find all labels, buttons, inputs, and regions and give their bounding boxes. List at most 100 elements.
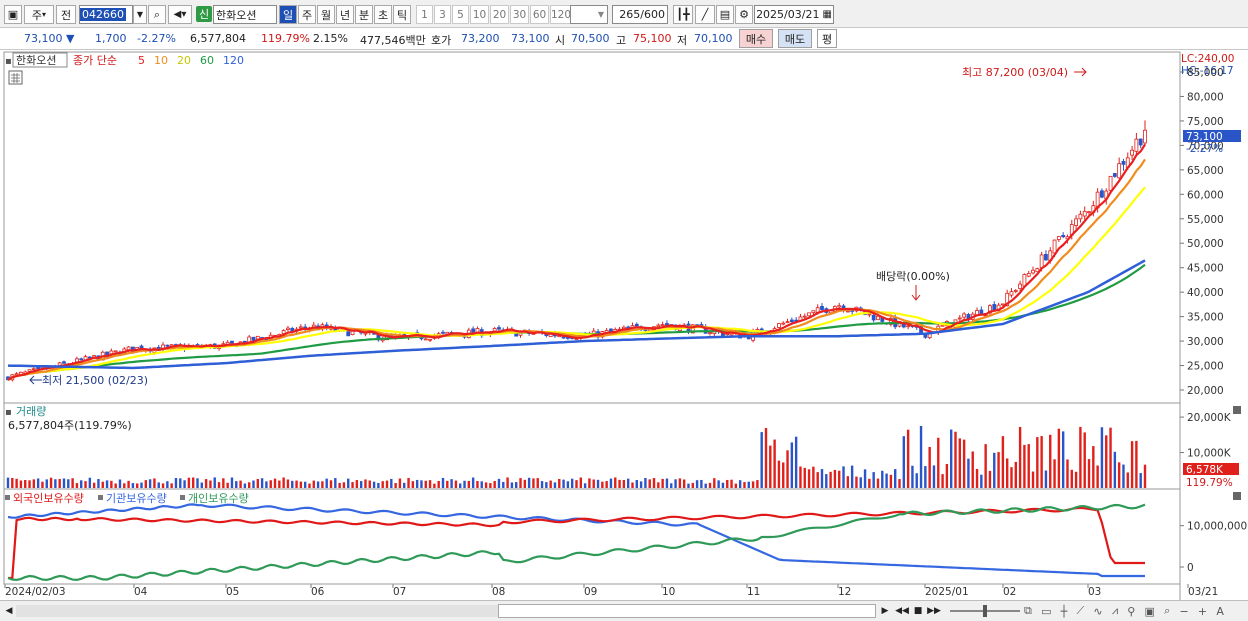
- image-icon[interactable]: ▣: [1145, 605, 1155, 618]
- interval-tab-0[interactable]: 1: [416, 5, 433, 24]
- interval-tab-2[interactable]: 5: [452, 5, 469, 24]
- period-tab-0[interactable]: 일: [279, 5, 297, 24]
- volume-bar-193: [838, 470, 841, 488]
- stop-icon[interactable]: ■: [911, 604, 925, 618]
- scroll-thumb[interactable]: [498, 604, 876, 618]
- copy-icon[interactable]: ⧉: [1024, 604, 1032, 618]
- period-tab-6[interactable]: 틱: [393, 5, 411, 24]
- volume-bar-170: [738, 480, 742, 488]
- link-icon[interactable]: ⚲: [1127, 605, 1135, 618]
- count-value: 265: [619, 8, 641, 21]
- candle-2: [14, 373, 19, 376]
- volume-bar-40: [179, 478, 182, 488]
- minus-icon[interactable]: −: [1180, 605, 1189, 618]
- avg-button[interactable]: 평: [817, 29, 837, 48]
- rewind-icon[interactable]: ◀◀: [895, 604, 909, 618]
- volume-bar-140: [609, 478, 613, 488]
- bottom-controls: ◀ ▶ ◀◀ ■ ▶▶ ⧉ ▭ ┼ ⟋ ∿ ⩘ ⚲ ▣ ⌕ − + A: [0, 600, 1248, 621]
- forward-icon[interactable]: ▶▶: [927, 604, 941, 618]
- candle-263: [1138, 138, 1143, 146]
- price-tick-13: 20,000: [1187, 385, 1224, 397]
- volume-bar-174: [756, 480, 759, 488]
- volume-bar-16: [75, 483, 79, 488]
- period-dropdown[interactable]: 주 ▾: [24, 5, 54, 24]
- save-icon[interactable]: ▤: [716, 5, 734, 24]
- grid-toggle-icon[interactable]: [8, 70, 23, 85]
- quote-change: 1,700: [95, 32, 127, 45]
- holding-close-icon[interactable]: [1233, 492, 1241, 500]
- sell-button[interactable]: 매도: [778, 29, 812, 48]
- scroll-left-icon[interactable]: ◀: [2, 604, 16, 618]
- interval-tab-1[interactable]: 3: [434, 5, 451, 24]
- candle-257: [1112, 173, 1117, 177]
- volume-bar-154: [670, 483, 673, 488]
- stock-name-field[interactable]: 한화오션: [213, 5, 277, 24]
- period-tab-4[interactable]: 분: [355, 5, 373, 24]
- code-dropdown-icon[interactable]: ▼: [133, 5, 147, 24]
- interval-tab-7[interactable]: 120: [550, 5, 572, 24]
- scroll-right-icon[interactable]: ▶: [878, 604, 892, 618]
- speaker-icon[interactable]: ◀▾: [168, 5, 192, 24]
- candle-type-icon[interactable]: ┃╋: [673, 5, 693, 24]
- volume-bar-34: [153, 478, 156, 488]
- search-icon[interactable]: ⌕: [148, 5, 166, 24]
- price-tick-10: 35,000: [1187, 312, 1224, 324]
- interval-input[interactable]: ▼: [570, 5, 608, 24]
- stock-chart[interactable]: 한화오션 ▪ 종가 단순 5 10 20 60 120 ▪ 거래량 6,577,804주…: [0, 50, 1248, 621]
- interval-tab-5[interactable]: 30: [510, 5, 529, 24]
- prev-button[interactable]: 전: [56, 5, 76, 24]
- zoom-slider-handle[interactable]: [983, 605, 987, 617]
- period-tab-5[interactable]: 초: [374, 5, 392, 24]
- x-tick-7: 10: [662, 586, 675, 598]
- volume-bar-29: [131, 483, 135, 488]
- volume-bar-116: [506, 477, 509, 488]
- volume-bar-160: [695, 480, 699, 488]
- period-tab-3[interactable]: 년: [336, 5, 354, 24]
- layout-icon[interactable]: ▣: [4, 5, 22, 24]
- volume-bar-50: [222, 478, 225, 488]
- period-tab-1[interactable]: 주: [298, 5, 316, 24]
- volume-bar-78: [342, 482, 346, 488]
- draw-tool-icon[interactable]: ╱: [695, 5, 715, 24]
- volume-bar-228: [988, 470, 992, 488]
- interval-tab-3[interactable]: 10: [470, 5, 489, 24]
- volume-bar-74: [325, 478, 328, 488]
- volume-close-icon[interactable]: [1233, 406, 1241, 414]
- buy-button[interactable]: 매수: [739, 29, 773, 48]
- volume-bar-258: [1117, 462, 1121, 488]
- period-tab-2[interactable]: 월: [317, 5, 335, 24]
- pattern-icon[interactable]: ⩘: [1112, 604, 1118, 618]
- plus-icon[interactable]: +: [1198, 605, 1207, 618]
- price-tick-1: 80,000: [1187, 91, 1224, 103]
- cross-icon[interactable]: ┼: [1061, 605, 1068, 618]
- volume-bar-259: [1122, 464, 1125, 488]
- date-input[interactable]: 2025/03/21 ▦: [754, 5, 834, 24]
- main-toolbar: ▣ 주 ▾ 전 042660 ▼ ⌕ ◀▾ 신 한화오션 일주월년분초틱 1351…: [0, 0, 1248, 28]
- volume-bar-96: [420, 480, 423, 488]
- volume-bar-76: [334, 478, 337, 488]
- settings-icon[interactable]: ⚙: [735, 5, 753, 24]
- scroll-track[interactable]: [16, 605, 498, 617]
- window-icon[interactable]: ▭: [1041, 605, 1051, 618]
- volume-bar-142: [618, 479, 621, 488]
- calendar-icon[interactable]: ▦: [822, 9, 831, 20]
- price-tick-6: 55,000: [1187, 214, 1224, 226]
- stock-code-input[interactable]: 042660: [79, 5, 133, 24]
- interval-tab-6[interactable]: 60: [530, 5, 549, 24]
- price-y-ticks: 85,00080,00075,00070,00065,00060,00055,0…: [1180, 67, 1224, 397]
- volume-bar-112: [489, 483, 492, 488]
- volume-bar-210: [911, 465, 914, 488]
- trend-icon[interactable]: ⟋: [1077, 604, 1085, 618]
- volume-bar-195: [846, 476, 850, 488]
- volume-bar-41: [183, 480, 186, 488]
- font-icon[interactable]: A: [1216, 605, 1224, 618]
- interval-tab-4[interactable]: 20: [490, 5, 509, 24]
- volume-value: 6,577,804주(119.79%): [8, 419, 132, 432]
- quote-open: 70,500: [571, 32, 610, 45]
- volume-bar-79: [347, 478, 350, 488]
- candle-6: [31, 368, 36, 371]
- volume-bar-67: [295, 480, 298, 488]
- zoom-icon[interactable]: ⌕: [1164, 604, 1170, 618]
- wave-icon[interactable]: ∿: [1093, 605, 1102, 618]
- count-input[interactable]: 265/600: [612, 5, 668, 24]
